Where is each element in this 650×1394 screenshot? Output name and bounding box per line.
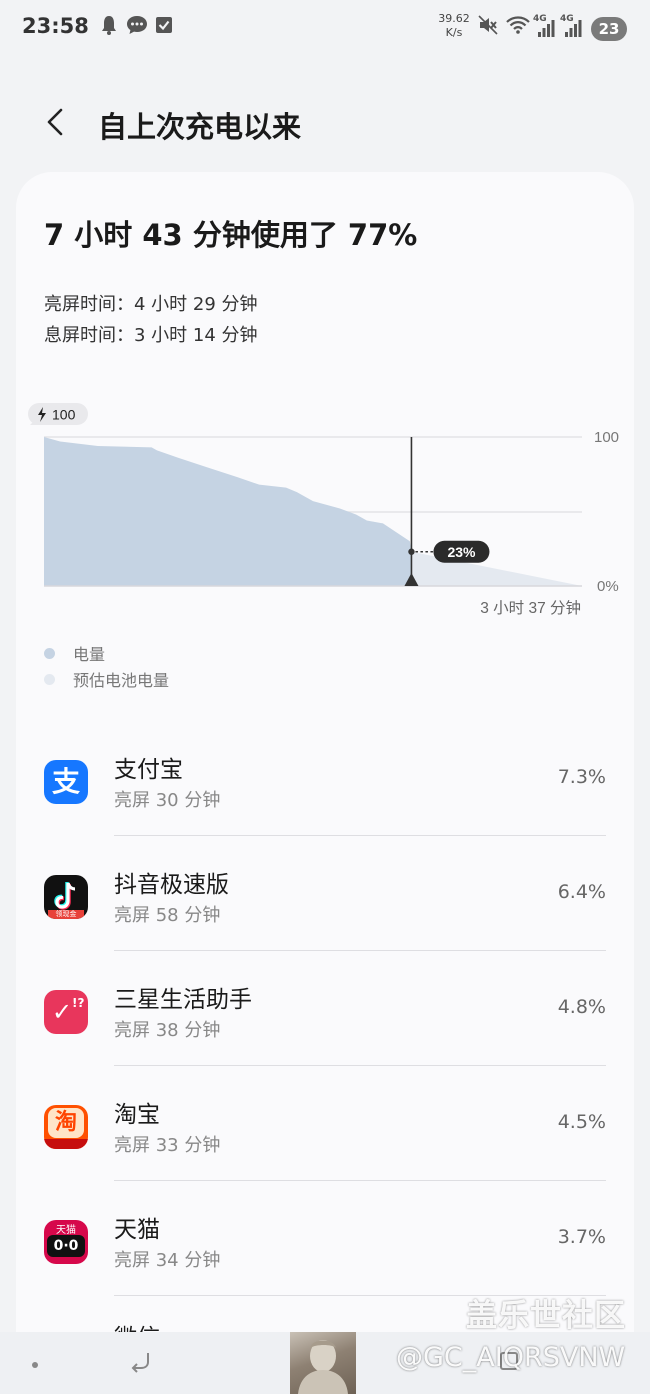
message-bubble-icon — [126, 14, 148, 43]
samsung-reminder-glyph: ✓ — [52, 998, 73, 1026]
watermark-site: 盖乐世社区 — [466, 1298, 626, 1334]
app-name: 支付宝 — [114, 757, 183, 783]
y-tick-label-top: 100 — [594, 429, 619, 446]
divider — [114, 835, 606, 836]
tmall-top-text: 天猫 — [56, 1225, 76, 1236]
exclamation-icon: !? — [72, 996, 85, 1010]
app-name: 三星生活助手 — [114, 987, 252, 1013]
app-name: 淘宝 — [114, 1102, 160, 1128]
avatar — [290, 1332, 356, 1394]
app-name: 抖音极速版 — [114, 872, 229, 898]
alipay-icon: 支 — [44, 760, 88, 804]
divider — [114, 950, 606, 951]
divider — [114, 1180, 606, 1181]
app-percent: 3.7% — [557, 1226, 606, 1248]
app-percent: 7.3% — [557, 766, 606, 788]
taobao-glyph: 淘 — [54, 1110, 77, 1135]
app-name: 天猫 — [114, 1217, 160, 1243]
battery-indicator: 23 — [591, 17, 627, 41]
net-speed-value: 39.62 — [438, 12, 470, 25]
app-percent: 6.4% — [557, 881, 606, 903]
home-indicator-icon[interactable] — [32, 1362, 38, 1368]
douyin-lite-icon: 领现金 — [44, 875, 88, 919]
divider — [114, 1065, 606, 1066]
app-row-douyin-lite[interactable]: 领现金 抖音极速版 亮屏 58 分钟 6.4% — [0, 855, 650, 970]
app-row-samsung-reminder[interactable]: ✓ !? 三星生活助手 亮屏 38 分钟 4.8% — [0, 970, 650, 1085]
taobao-icon: 淘 — [44, 1105, 88, 1149]
current-level-point — [408, 548, 415, 555]
app-screen-time: 亮屏 38 分钟 — [114, 1020, 221, 1041]
legend-label: 预估电池电量 — [73, 671, 170, 690]
nav-back-button[interactable] — [128, 1348, 154, 1374]
page-title: 自上次充电以来 — [98, 110, 302, 144]
legend-label: 电量 — [73, 645, 106, 664]
back-button[interactable] — [36, 102, 76, 142]
legend-item-level: 电量 — [44, 641, 105, 665]
app-row-alipay[interactable]: 支 支付宝 亮屏 30 分钟 7.3% — [0, 740, 650, 855]
y-tick-label-bottom: 0% — [597, 578, 619, 595]
legend-item-estimated: 预估电池电量 — [44, 667, 169, 691]
start-badge: 100 — [28, 403, 88, 425]
battery-chart[interactable]: 23% 100 100 0% 3 小时 37 分钟 — [0, 395, 650, 625]
app-screen-time: 亮屏 33 分钟 — [114, 1135, 221, 1156]
legend-swatch — [44, 648, 55, 659]
status-time: 23:58 — [22, 14, 89, 38]
marker-label: 23% — [447, 544, 476, 560]
usage-summary: 7 小时 43 分钟使用了 77% — [44, 218, 418, 252]
legend-swatch — [44, 674, 55, 685]
net-speed: 39.62 K/s — [436, 12, 472, 40]
start-badge-value: 100 — [52, 407, 76, 423]
time-remaining: 3 小时 37 分钟 — [480, 599, 581, 617]
watermark-user: @GC_AIQRSVNW — [396, 1342, 626, 1373]
app-screen-time: 亮屏 30 分钟 — [114, 790, 221, 811]
samsung-reminder-icon: ✓ !? — [44, 990, 88, 1034]
app-screen-time: 亮屏 58 分钟 — [114, 905, 221, 926]
status-bar: 23:58 39.62 K/s 4G 4G 23 — [0, 0, 650, 58]
app-screen-time: 亮屏 34 分钟 — [114, 1250, 221, 1271]
mute-icon — [478, 14, 498, 42]
tmall-face: 0·0 — [53, 1238, 79, 1254]
app-percent: 4.5% — [557, 1111, 606, 1133]
back-arrow-icon — [47, 108, 63, 136]
wifi-icon — [505, 14, 531, 42]
douyin-badge: 领现金 — [55, 910, 77, 918]
statue-portrait-icon — [298, 1340, 348, 1394]
app-percent: 4.8% — [557, 996, 606, 1018]
checkbox-icon — [155, 14, 173, 42]
app-row-taobao[interactable]: 淘 淘宝 亮屏 33 分钟 4.5% — [0, 1085, 650, 1200]
alipay-icon-glyph: 支 — [51, 765, 80, 798]
screen-on-time: 亮屏时间：4 小时 29 分钟 — [44, 294, 258, 315]
net-speed-unit: K/s — [445, 26, 463, 39]
tmall-icon: 天猫 0·0 — [44, 1220, 88, 1264]
screen-off-time: 息屏时间：3 小时 14 分钟 — [44, 325, 258, 346]
return-arrow-icon — [131, 1353, 149, 1373]
notification-bell-icon — [100, 14, 118, 43]
